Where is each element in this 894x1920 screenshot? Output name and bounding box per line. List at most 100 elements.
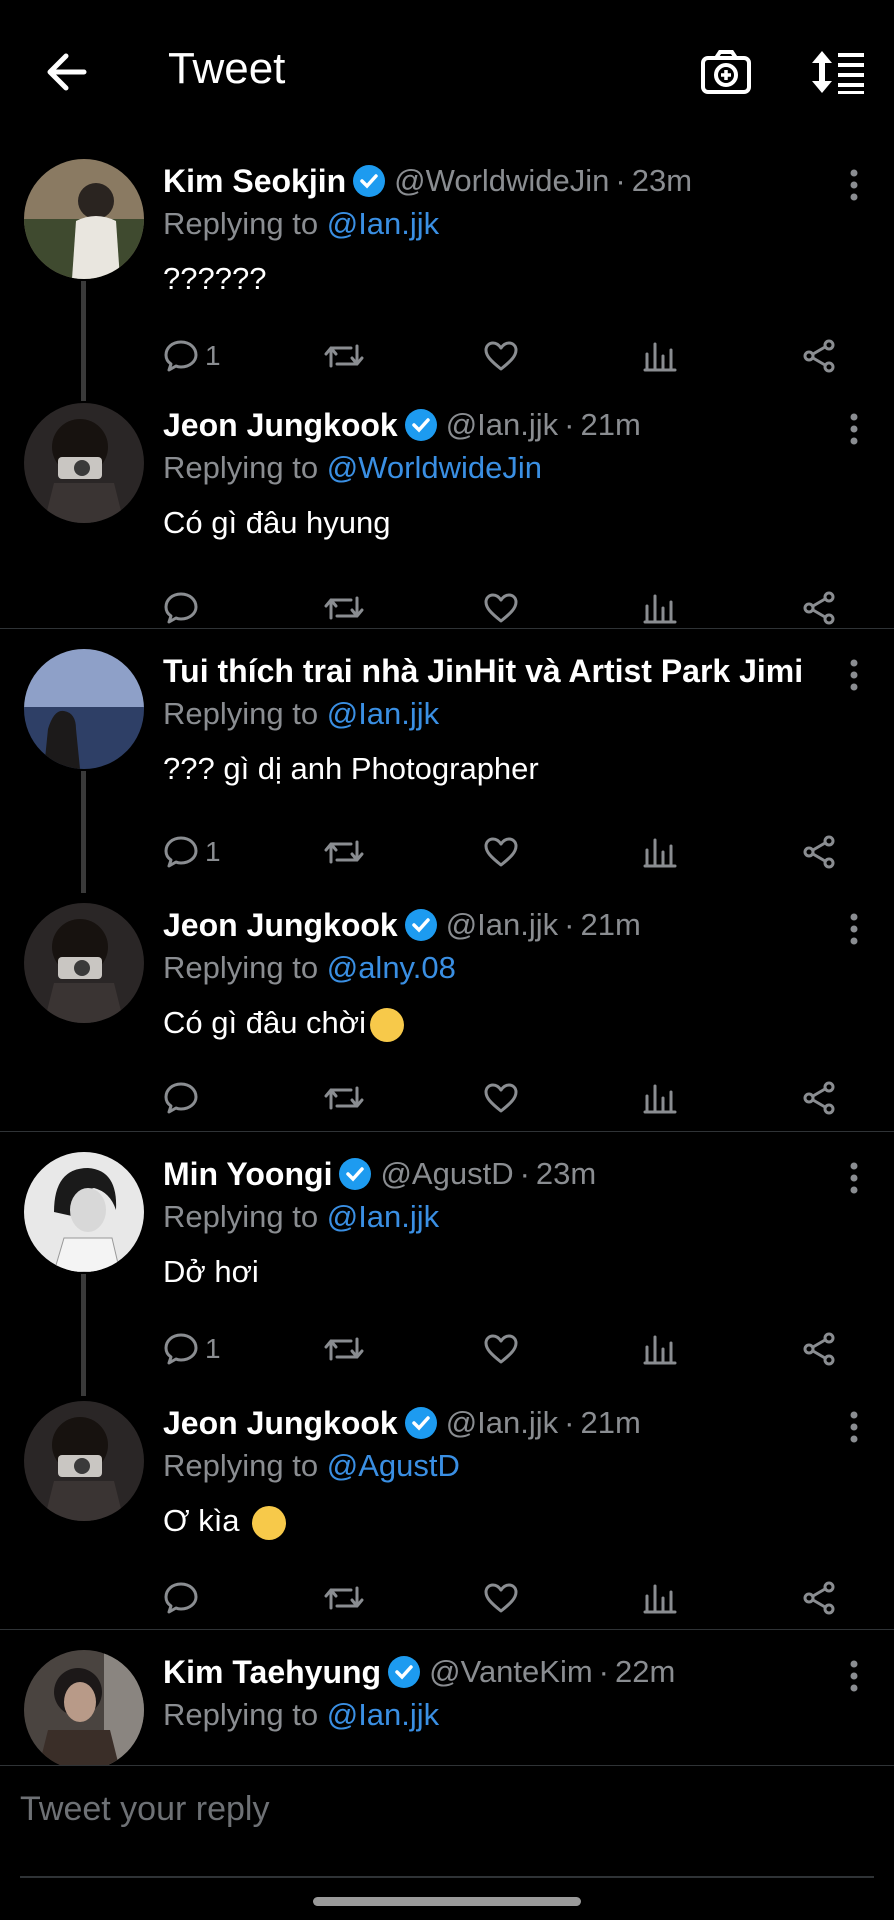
analytics-button[interactable] bbox=[643, 583, 677, 633]
more-options-button[interactable] bbox=[834, 655, 874, 695]
author-name[interactable]: Jeon Jungkook bbox=[163, 407, 398, 444]
more-vertical-icon bbox=[850, 413, 858, 445]
share-button[interactable] bbox=[801, 1073, 837, 1123]
more-vertical-icon bbox=[850, 1162, 858, 1194]
analytics-button[interactable] bbox=[643, 1324, 677, 1374]
avatar[interactable] bbox=[24, 159, 144, 279]
author-name[interactable]: Jeon Jungkook bbox=[163, 1405, 398, 1442]
reply-input[interactable]: Tweet your reply bbox=[20, 1790, 269, 1829]
retweet-icon bbox=[324, 1086, 364, 1110]
avatar[interactable] bbox=[24, 1152, 144, 1272]
timestamp: 23m bbox=[535, 1156, 597, 1191]
mention-link[interactable]: @Ian.jjk bbox=[327, 1199, 439, 1234]
retweet-button[interactable] bbox=[323, 331, 365, 381]
mention-link[interactable]: @Ian.jjk bbox=[327, 1697, 439, 1732]
avatar[interactable] bbox=[24, 649, 144, 769]
tweet-header: Min Yoongi @AgustD · 23m bbox=[163, 1152, 804, 1196]
retweet-icon bbox=[324, 1337, 364, 1361]
author-name[interactable]: Jeon Jungkook bbox=[163, 907, 398, 944]
thread-connector bbox=[81, 771, 86, 893]
author-name[interactable]: Tui thích trai nhà JinHit và Artist Park… bbox=[163, 653, 804, 690]
tweet-text: ?????? bbox=[163, 261, 267, 296]
tweet-text: Có gì đâu hyung bbox=[163, 505, 391, 540]
reply-icon bbox=[164, 1082, 198, 1114]
tweet-text-body: Ơ kìa bbox=[163, 1503, 240, 1538]
like-button[interactable] bbox=[483, 1073, 519, 1123]
reply-button[interactable] bbox=[163, 583, 205, 633]
tweet-actions: 1 bbox=[163, 1324, 853, 1374]
analytics-button[interactable] bbox=[643, 1573, 677, 1623]
replying-prefix: Replying to bbox=[163, 696, 319, 731]
more-options-button[interactable] bbox=[834, 909, 874, 949]
back-button[interactable] bbox=[36, 36, 96, 108]
share-button[interactable] bbox=[801, 1324, 837, 1374]
retweet-icon bbox=[324, 344, 364, 368]
more-options-button[interactable] bbox=[834, 409, 874, 449]
analytics-button[interactable] bbox=[643, 331, 677, 381]
share-button[interactable] bbox=[801, 1573, 837, 1623]
avatar[interactable] bbox=[24, 1401, 144, 1521]
share-button[interactable] bbox=[801, 827, 837, 877]
mention-link[interactable]: @Ian.jjk bbox=[327, 206, 439, 241]
reply-button[interactable]: 1 bbox=[163, 827, 221, 877]
sort-button[interactable] bbox=[802, 36, 874, 108]
reply-icon bbox=[164, 592, 198, 624]
more-options-button[interactable] bbox=[834, 1158, 874, 1198]
tweet-header: Jeon Jungkook @Ian.jjk · 21m bbox=[163, 903, 804, 947]
replying-prefix: Replying to bbox=[163, 1448, 319, 1483]
tweet-text-body: Có gì đâu chời bbox=[163, 1005, 366, 1040]
retweet-button[interactable] bbox=[323, 583, 365, 633]
more-vertical-icon bbox=[850, 169, 858, 201]
tweet-text: ??? gì dị anh Photographer bbox=[163, 751, 539, 786]
heart-icon bbox=[484, 1083, 518, 1113]
verified-badge-icon bbox=[388, 1656, 421, 1688]
more-options-button[interactable] bbox=[834, 1407, 874, 1447]
mention-link[interactable]: @WorldwideJin bbox=[327, 450, 542, 485]
reply-count: 1 bbox=[205, 1333, 221, 1364]
reply-count: 1 bbox=[205, 836, 221, 867]
separator-dot: · bbox=[615, 163, 626, 198]
author-name[interactable]: Kim Taehyung bbox=[163, 1654, 381, 1691]
reply-button[interactable] bbox=[163, 1073, 205, 1123]
avatar[interactable] bbox=[24, 403, 144, 523]
heart-icon bbox=[484, 593, 518, 623]
reply-button[interactable]: 1 bbox=[163, 1324, 221, 1374]
author-name[interactable]: Kim Seokjin bbox=[163, 163, 346, 200]
mention-link[interactable]: @AgustD bbox=[327, 1448, 460, 1483]
mention-link[interactable]: @Ian.jjk bbox=[327, 696, 439, 731]
heart-icon bbox=[484, 341, 518, 371]
tweet-content: Jeon Jungkook @Ian.jjk · 21m Replying to… bbox=[163, 903, 804, 1043]
verified-badge-icon bbox=[339, 1158, 372, 1190]
avatar[interactable] bbox=[24, 1650, 144, 1765]
camera-button[interactable] bbox=[690, 36, 762, 108]
like-button[interactable] bbox=[483, 331, 519, 381]
timestamp: 21m bbox=[580, 407, 641, 442]
retweet-icon bbox=[324, 1586, 364, 1610]
retweet-button[interactable] bbox=[323, 1324, 365, 1374]
reply-button[interactable]: 1 bbox=[163, 331, 221, 381]
tweet-content: Kim Seokjin @WorldwideJin · 23m Replying… bbox=[163, 159, 804, 299]
analytics-button[interactable] bbox=[643, 827, 677, 877]
replying-prefix: Replying to bbox=[163, 950, 319, 985]
retweet-button[interactable] bbox=[323, 827, 365, 877]
reply-icon bbox=[164, 836, 198, 868]
analytics-button[interactable] bbox=[643, 1073, 677, 1123]
share-button[interactable] bbox=[801, 583, 837, 633]
mention-link[interactable]: @alny.08 bbox=[327, 950, 456, 985]
author-name[interactable]: Min Yoongi bbox=[163, 1156, 332, 1193]
avatar[interactable] bbox=[24, 903, 144, 1023]
share-button[interactable] bbox=[801, 331, 837, 381]
more-options-button[interactable] bbox=[834, 165, 874, 205]
more-options-button[interactable] bbox=[834, 1656, 874, 1696]
like-button[interactable] bbox=[483, 1573, 519, 1623]
like-button[interactable] bbox=[483, 583, 519, 633]
separator-dot: · bbox=[564, 907, 575, 942]
retweet-button[interactable] bbox=[323, 1073, 365, 1123]
like-button[interactable] bbox=[483, 827, 519, 877]
analytics-icon bbox=[643, 1084, 677, 1114]
home-indicator[interactable] bbox=[313, 1897, 581, 1906]
retweet-button[interactable] bbox=[323, 1573, 365, 1623]
thread-divider bbox=[0, 628, 894, 629]
like-button[interactable] bbox=[483, 1324, 519, 1374]
reply-button[interactable] bbox=[163, 1573, 205, 1623]
